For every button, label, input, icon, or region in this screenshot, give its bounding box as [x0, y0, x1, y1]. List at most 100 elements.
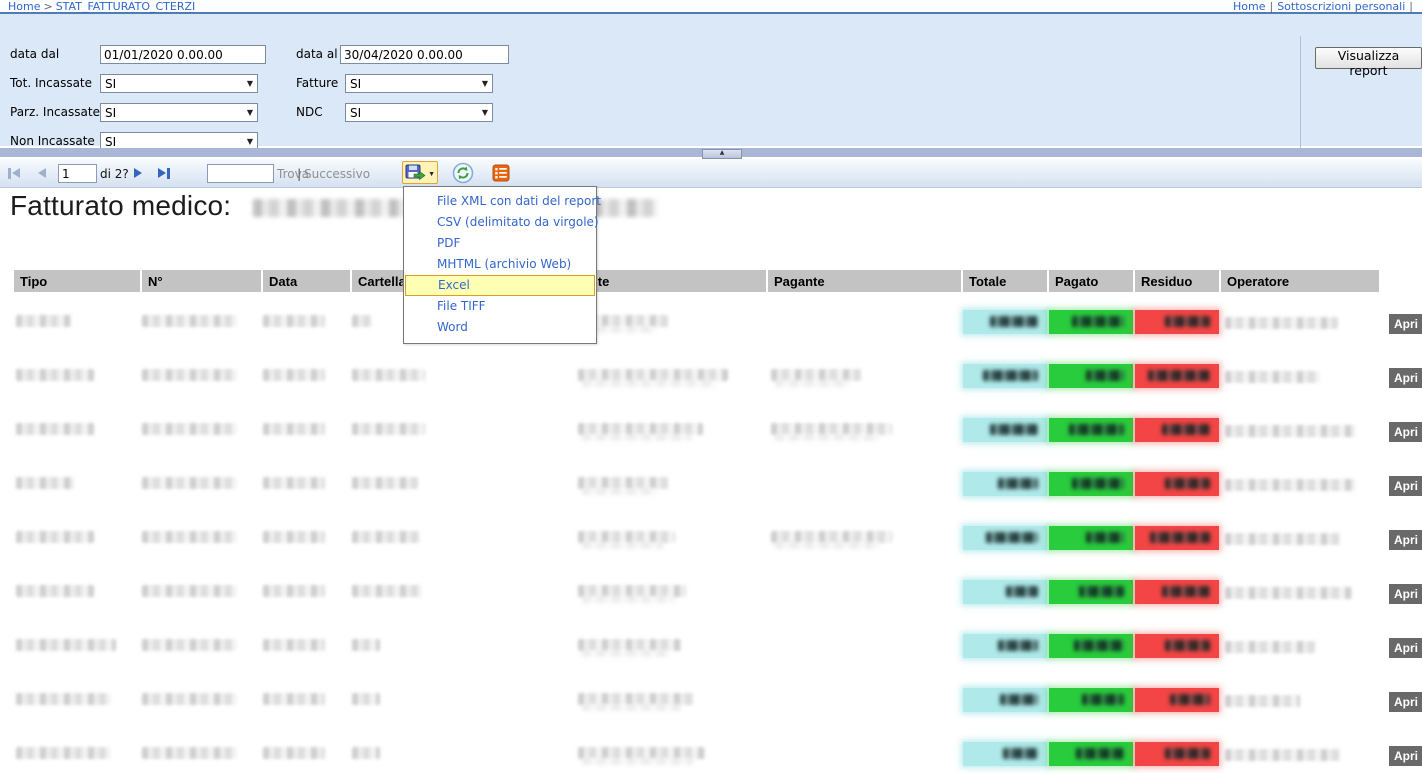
open-invoice-button[interactable]: Apri F — [1389, 422, 1422, 442]
collapse-parameters-handle[interactable]: ▲ — [702, 149, 742, 159]
cell-totale — [963, 472, 1047, 496]
ndc-select[interactable]: SI ▼ — [345, 103, 493, 122]
cell-pagante-redacted — [771, 369, 861, 381]
parameters-panel: data dal data al Tot. Incassate SI ▼ Fat… — [0, 14, 1422, 146]
breadcrumb: Home>STAT_FATTURATO_CTERZI — [8, 0, 195, 13]
cell-numero-redacted — [142, 585, 237, 597]
pagato-value-redacted — [1072, 316, 1124, 327]
parz-incassate-select[interactable]: SI ▼ — [100, 103, 258, 122]
table-row: Apri F — [0, 310, 1422, 336]
data-al-input[interactable] — [340, 45, 509, 64]
fatture-select[interactable]: SI ▼ — [345, 74, 493, 93]
report-viewer-page: Home>STAT_FATTURATO_CTERZI Home|Sottoscr… — [0, 0, 1422, 773]
cell-totale — [963, 580, 1047, 604]
select-value: SI — [105, 77, 116, 91]
open-invoice-button[interactable]: Apri F — [1389, 368, 1422, 388]
open-invoice-button[interactable]: Apri F — [1389, 476, 1422, 496]
cell-pagato — [1049, 526, 1133, 550]
cell-residuo — [1135, 634, 1219, 658]
open-invoice-button[interactable]: Apri F — [1389, 746, 1422, 766]
view-report-button[interactable]: Visualizza report — [1315, 47, 1422, 69]
first-page-icon[interactable] — [8, 167, 20, 179]
cell-pagato — [1049, 310, 1133, 334]
pagato-value-redacted — [1069, 424, 1124, 435]
open-invoice-button[interactable]: Apri F — [1389, 692, 1422, 712]
link-separator: | — [1405, 0, 1417, 13]
open-invoice-button[interactable]: Apri F — [1389, 530, 1422, 550]
open-invoice-button[interactable]: Apri F — [1389, 638, 1422, 658]
report-title-prefix: Fatturato medico: — [10, 190, 231, 221]
select-value: SI — [350, 77, 361, 91]
report-title: Fatturato medico: — [10, 190, 231, 222]
cell-tipo-redacted — [16, 315, 71, 327]
refresh-icon[interactable] — [452, 162, 474, 187]
export-menu-item[interactable]: MHTML (archivio Web) — [404, 254, 596, 275]
table-row: Apri F — [0, 526, 1422, 552]
cell-cartella-redacted — [352, 423, 425, 435]
cell-numero-redacted — [142, 531, 237, 543]
residuo-value-redacted — [1165, 748, 1210, 759]
cell-operatore-redacted — [1225, 479, 1355, 491]
cell-totale — [963, 742, 1047, 766]
page-number-input[interactable] — [58, 164, 97, 183]
header-numero: N° — [142, 270, 261, 292]
param-label-data-al: data al — [296, 47, 338, 61]
home-link[interactable]: Home — [1233, 0, 1265, 13]
cell-cliente-redacted — [578, 585, 686, 597]
breadcrumb-current-link[interactable]: STAT_FATTURATO_CTERZI — [56, 0, 196, 13]
cell-data-redacted — [263, 477, 325, 489]
last-page-icon[interactable] — [158, 167, 170, 179]
personal-subscriptions-link[interactable]: Sottoscrizioni personali — [1277, 0, 1405, 13]
cell-data-redacted — [263, 423, 325, 435]
breadcrumb-home-link[interactable]: Home — [8, 0, 40, 13]
export-menu-item[interactable]: File TIFF — [404, 296, 596, 317]
export-dropdown-button[interactable]: ▼ — [402, 161, 438, 184]
residuo-value-redacted — [1165, 316, 1210, 327]
table-row: Apri F — [0, 364, 1422, 390]
cell-operatore-redacted — [1225, 317, 1338, 329]
cell-cartella-redacted — [352, 531, 420, 543]
next-page-icon[interactable] — [134, 167, 142, 179]
pagato-value-redacted — [1079, 586, 1124, 597]
dropdown-caret-icon: ▼ — [482, 108, 488, 117]
cell-data-redacted — [263, 639, 325, 651]
open-invoice-button[interactable]: Apri F — [1389, 584, 1422, 604]
export-caret-icon: ▼ — [428, 171, 435, 178]
cell-operatore-redacted — [1225, 749, 1340, 761]
table-row: Apri F — [0, 634, 1422, 660]
find-next-link[interactable]: Successivo — [304, 167, 370, 181]
header-tipo: Tipo — [14, 270, 140, 292]
export-menu-item[interactable]: File XML con dati del report — [404, 191, 596, 212]
table-row: Apri F — [0, 580, 1422, 606]
cell-cliente-redacted — [578, 423, 703, 435]
cell-numero-redacted — [142, 693, 237, 705]
find-separator: | — [297, 167, 301, 181]
export-format-menu: File XML con dati del reportCSV (delimit… — [403, 186, 597, 344]
cell-operatore-redacted — [1225, 533, 1340, 545]
export-menu-item[interactable]: Word — [404, 317, 596, 338]
data-dal-input[interactable] — [100, 45, 266, 64]
cell-operatore-redacted — [1225, 425, 1355, 437]
param-label-tot-incassate: Tot. Incassate — [10, 76, 92, 90]
tot-incassate-select[interactable]: SI ▼ — [100, 74, 258, 93]
cell-data-redacted — [263, 531, 325, 543]
cell-cartella-redacted — [352, 315, 372, 327]
table-row: Apri F — [0, 742, 1422, 768]
search-input[interactable] — [207, 164, 274, 183]
cell-tipo-redacted — [16, 477, 74, 489]
cell-pagato — [1049, 418, 1133, 442]
export-menu-item[interactable]: CSV (delimitato da virgole) — [404, 212, 596, 233]
cell-data-redacted — [263, 747, 325, 759]
data-feed-icon[interactable] — [492, 164, 510, 185]
previous-page-icon[interactable] — [38, 167, 46, 179]
param-label-parz-incassate: Parz. Incassate — [10, 105, 100, 119]
cell-data-redacted — [263, 315, 325, 327]
cell-residuo — [1135, 310, 1219, 334]
open-invoice-button[interactable]: Apri F — [1389, 314, 1422, 334]
cell-cliente-redacted — [578, 531, 675, 543]
table-row: Apri F — [0, 472, 1422, 498]
top-bar: Home>STAT_FATTURATO_CTERZI Home |Sottoscr… — [0, 0, 1422, 14]
export-menu-item[interactable]: PDF — [404, 233, 596, 254]
cell-data-redacted — [263, 585, 325, 597]
export-menu-item[interactable]: Excel — [405, 275, 595, 296]
